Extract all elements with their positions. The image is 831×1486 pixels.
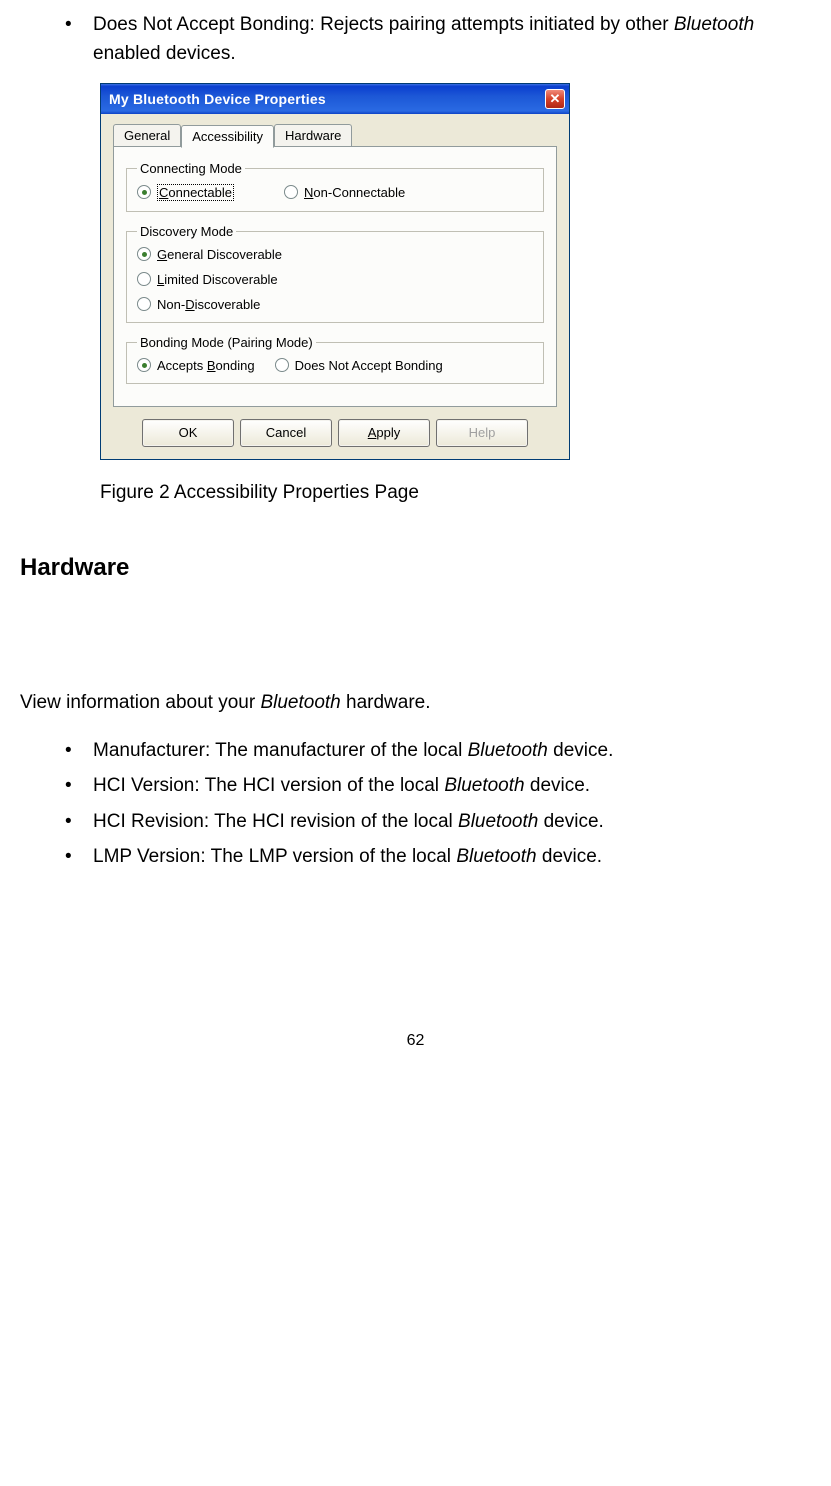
bullet-text: Manufacturer: The manufacturer of the lo… bbox=[93, 736, 811, 765]
apply-button[interactable]: Apply bbox=[338, 419, 430, 447]
dialog-screenshot: My Bluetooth Device Properties ✕ General… bbox=[20, 83, 811, 460]
text-prefix: View information about your bbox=[20, 692, 260, 713]
bullet-marker: • bbox=[65, 807, 93, 836]
hw-bullet-lmp-version: • LMP Version: The LMP version of the lo… bbox=[20, 842, 811, 871]
ok-button[interactable]: OK bbox=[142, 419, 234, 447]
text-suffix: device. bbox=[538, 811, 603, 832]
text-prefix: LMP Version: The LMP version of the loca… bbox=[93, 846, 456, 867]
radio-icon bbox=[137, 247, 151, 261]
hw-bullet-hci-revision: • HCI Revision: The HCI revision of the … bbox=[20, 807, 811, 836]
legend-connecting: Connecting Mode bbox=[137, 161, 245, 176]
radio-icon bbox=[137, 297, 151, 311]
radio-accepts-bonding[interactable]: Accepts Bonding bbox=[137, 358, 255, 373]
figure-caption: Figure 2 Accessibility Properties Page bbox=[20, 482, 811, 504]
bullet-marker: • bbox=[65, 10, 93, 69]
radio-label: Non-Discoverable bbox=[157, 297, 260, 312]
hardware-intro: View information about your Bluetooth ha… bbox=[20, 692, 811, 714]
hw-bullet-manufacturer: • Manufacturer: The manufacturer of the … bbox=[20, 736, 811, 765]
bullet-marker: • bbox=[65, 736, 93, 765]
radio-connectable[interactable]: Connectable bbox=[137, 184, 234, 201]
radio-label: Limited Discoverable bbox=[157, 272, 278, 287]
page-number: 62 bbox=[20, 1032, 811, 1050]
group-connecting-mode: Connecting Mode Connectable Non-Connecta… bbox=[126, 161, 544, 212]
bullet-marker: • bbox=[65, 771, 93, 800]
radio-non-connectable[interactable]: Non-Connectable bbox=[284, 185, 405, 200]
tab-strip: General Accessibility Hardware bbox=[113, 124, 557, 147]
bullet-does-not-accept: • Does Not Accept Bonding: Rejects pairi… bbox=[20, 10, 811, 69]
text-prefix: HCI Version: The HCI version of the loca… bbox=[93, 775, 444, 796]
text-suffix: hardware. bbox=[341, 692, 431, 713]
text-italic: Bluetooth bbox=[444, 775, 524, 796]
bullet-text: Does Not Accept Bonding: Rejects pairing… bbox=[93, 10, 811, 69]
dialog-window: My Bluetooth Device Properties ✕ General… bbox=[100, 83, 570, 460]
text-suffix: device. bbox=[548, 740, 613, 761]
radio-label: Does Not Accept Bonding bbox=[295, 358, 443, 373]
tab-accessibility[interactable]: Accessibility bbox=[181, 125, 274, 148]
radio-icon bbox=[284, 185, 298, 199]
radio-general-discoverable[interactable]: General Discoverable bbox=[137, 247, 533, 262]
tab-body: Connecting Mode Connectable Non-Connecta… bbox=[113, 147, 557, 407]
radio-limited-discoverable[interactable]: Limited Discoverable bbox=[137, 272, 533, 287]
document-page: • Does Not Accept Bonding: Rejects pairi… bbox=[0, 0, 831, 1090]
text-prefix: Manufacturer: The manufacturer of the lo… bbox=[93, 740, 468, 761]
text-italic: Bluetooth bbox=[260, 692, 340, 713]
bullet-text: LMP Version: The LMP version of the loca… bbox=[93, 842, 811, 871]
bullet-text: HCI Version: The HCI version of the loca… bbox=[93, 771, 811, 800]
radio-non-discoverable[interactable]: Non-Discoverable bbox=[137, 297, 533, 312]
dialog-titlebar: My Bluetooth Device Properties ✕ bbox=[101, 84, 569, 114]
cancel-button[interactable]: Cancel bbox=[240, 419, 332, 447]
bullet-marker: • bbox=[65, 842, 93, 871]
text-prefix: Does Not Accept Bonding: Rejects pairing… bbox=[93, 14, 674, 35]
text-suffix: device. bbox=[537, 846, 602, 867]
hw-bullet-hci-version: • HCI Version: The HCI version of the lo… bbox=[20, 771, 811, 800]
radio-label: Accepts Bonding bbox=[157, 358, 255, 373]
text-italic: Bluetooth bbox=[468, 740, 548, 761]
text-italic: Bluetooth bbox=[456, 846, 536, 867]
close-icon[interactable]: ✕ bbox=[545, 89, 565, 109]
help-button[interactable]: Help bbox=[436, 419, 528, 447]
radio-icon bbox=[137, 272, 151, 286]
radio-label: General Discoverable bbox=[157, 247, 282, 262]
radio-label-non-connectable: Non-Connectable bbox=[304, 185, 405, 200]
radio-icon bbox=[275, 358, 289, 372]
legend-discovery: Discovery Mode bbox=[137, 224, 236, 239]
text-prefix: HCI Revision: The HCI revision of the lo… bbox=[93, 811, 458, 832]
text-suffix: enabled devices. bbox=[93, 43, 236, 64]
text-italic: Bluetooth bbox=[674, 14, 754, 35]
legend-bonding: Bonding Mode (Pairing Mode) bbox=[137, 335, 316, 350]
group-bonding-mode: Bonding Mode (Pairing Mode) Accepts Bond… bbox=[126, 335, 544, 384]
text-italic: Bluetooth bbox=[458, 811, 538, 832]
dialog-button-row: OK Cancel Apply Help bbox=[113, 419, 557, 447]
radio-icon bbox=[137, 358, 151, 372]
group-discovery-mode: Discovery Mode General Discoverable Limi… bbox=[126, 224, 544, 323]
tab-hardware[interactable]: Hardware bbox=[274, 124, 352, 146]
bullet-text: HCI Revision: The HCI revision of the lo… bbox=[93, 807, 811, 836]
dialog-title: My Bluetooth Device Properties bbox=[109, 91, 326, 107]
tab-general[interactable]: General bbox=[113, 124, 181, 146]
hardware-heading: Hardware bbox=[20, 554, 811, 582]
radio-label-connectable: Connectable bbox=[157, 184, 234, 201]
radio-icon bbox=[137, 185, 151, 199]
radio-does-not-accept-bonding[interactable]: Does Not Accept Bonding bbox=[275, 358, 443, 373]
text-suffix: device. bbox=[525, 775, 590, 796]
